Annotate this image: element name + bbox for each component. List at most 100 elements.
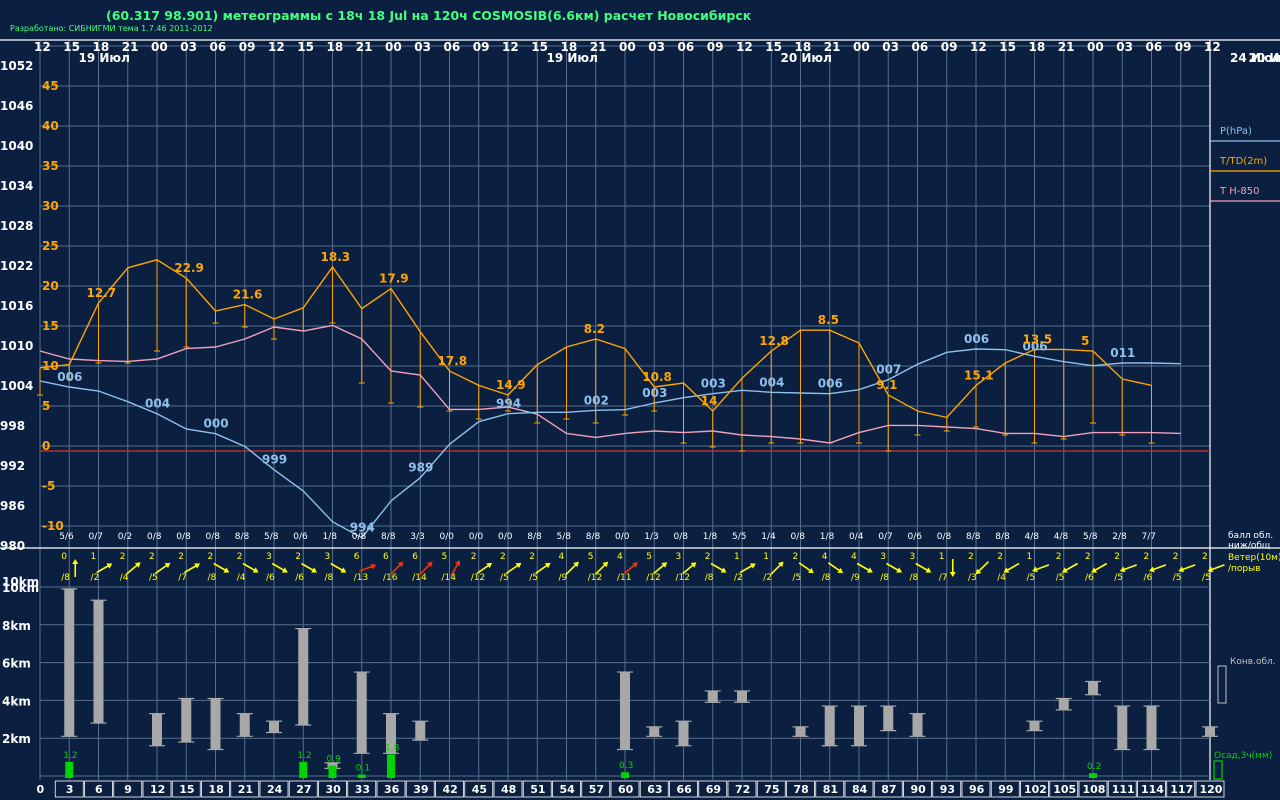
credit-text: Разработано: СИБНИГМИ тема 1.7.46 2011-2… [10,24,213,33]
cloud-bar [854,706,864,746]
cloud-cover-label: 5/8 [1083,532,1098,542]
wind-speed-label: 2 [705,552,711,562]
wind-speed-label: 2 [1085,552,1091,562]
bottom-hour-label: 114 [1141,783,1164,796]
cloud-cover-label: 0/7 [878,532,892,542]
temp-value-label: 10.8 [642,370,672,384]
top-hour-label: 03 [648,40,665,54]
wind-speed-label: 1 [939,552,945,562]
wind-speed-label: 6 [383,552,389,562]
pressure-tick: 1016 [0,299,33,313]
cloud-cover-label: 8/8 [995,532,1010,542]
top-hour-label: 21 [356,40,373,54]
wind-gust-label: /7 [939,573,948,583]
wind-gust-label: /9 [559,573,568,583]
bottom-hour-label: 18 [209,783,224,796]
pressure-value-label: 013 [1198,0,1223,3]
wind-speed-label: 2 [1202,552,1208,562]
pressure-tick: 992 [0,459,25,473]
pressure-value-label: 006 [818,377,843,391]
wind-gust-label: /5 [1114,573,1123,583]
temp-tick: 25 [42,239,59,253]
wind-gust-label: /8 [61,573,70,583]
bottom-hour-label: 87 [881,783,896,796]
cloud-cover-label: 3/3 [410,532,424,542]
bottom-hour-label: 102 [1024,783,1047,796]
cloud-cover-label: 0/8 [791,532,806,542]
cloud-bar [795,726,806,737]
temp-value-label: 12.7 [87,286,117,300]
precip-bar [65,761,74,778]
pressure-value-label: 011 [1110,346,1135,360]
cloud-bar [678,721,689,746]
pressure-value-label: 004 [759,375,784,389]
pressure-value-label: 006 [57,370,82,384]
temp-value-label: 17.9 [379,272,409,286]
wind-gust-label: /5 [500,573,509,583]
bottom-hour-label: 69 [706,783,721,796]
top-hour-label: 06 [1146,40,1163,54]
cloud-cover-label: 1/8 [703,532,718,542]
top-hour-label: 06 [210,40,227,54]
wind-speed-label: 1 [763,552,769,562]
wind-speed-label: 2 [295,552,301,562]
temp-value-label: 8.2 [584,322,605,336]
precip-value-label: 1.2 [297,751,311,761]
date-label: 20 Июл [781,51,832,65]
temp-value-label: 8.5 [818,313,839,327]
cloud-cover-label: 0/6 [293,532,308,542]
precip-value-label: 0.1 [356,763,370,773]
top-hour-label: 21 [1058,40,1075,54]
wind-gust-label: /8 [325,573,334,583]
top-hour-label: 03 [414,40,431,54]
wind-speed-label: 2 [1056,552,1062,562]
cloud-bar [912,713,923,737]
wind-speed-label: 2 [208,552,214,562]
wind-speed-label: 2 [149,552,155,562]
pressure-tick: 998 [0,419,25,433]
legend-precip: Осад,3ч(мм) [1214,751,1272,761]
wind-gust-label: /6 [1144,573,1153,583]
chart-title: (60.317 98.901) метеограммы с 18ч 18 Jul… [106,8,752,23]
wind-gust-label: /5 [1173,573,1182,583]
cloud-bar [737,690,747,703]
cloud-bar [1058,698,1069,710]
wind-speed-label: 4 [851,552,857,562]
cloud-cover-label: 0/8 [674,532,689,542]
top-hour-label: 09 [239,40,256,54]
cloud-cover-label: 0/6 [908,532,923,542]
top-hour-label: 09 [473,40,490,54]
pressure-value-label: 012 [1257,0,1280,3]
bottom-hour-label: 78 [794,783,809,796]
wind-speed-label: 4 [559,552,565,562]
bottom-hour-label: 6 [95,783,103,796]
top-hour-label: 12 [502,40,519,54]
temp-value-label: 9.1 [876,378,897,392]
wind-speed-label: 2 [1114,552,1120,562]
pressure-tick: 1004 [0,379,33,393]
precip-value-label: 1.8 [385,743,400,753]
bottom-hour-label: 90 [911,783,927,796]
pressure-value-label: 006 [964,332,989,346]
cloud-cover-label: 4/8 [1025,532,1040,542]
bottom-hour-label: 72 [735,783,750,796]
wind-speed-label: 5 [442,552,448,562]
bottom-hour-label: 75 [764,783,779,796]
km-tick: 10km [2,575,39,589]
top-hour-label: 03 [882,40,899,54]
top-hour-label: 00 [151,40,168,54]
cloud-bar [824,706,835,746]
wind-gust-label: /5 [1056,573,1065,583]
temp-tick: 30 [42,199,59,213]
wind-gust-label: /7 [178,573,187,583]
precip-bar [1089,773,1097,778]
wind-speed-label: 5 [588,552,594,562]
legend-t850: T H-850 [1219,186,1260,197]
cloud-bar [883,706,894,731]
pressure-tick: 1040 [0,139,33,153]
legend-conv: Конв.обл. [1230,657,1276,667]
precip-bar [328,765,337,778]
top-hour-label: 12 [1204,40,1221,54]
top-hour-label: 00 [853,40,870,54]
bottom-hour-label: 117 [1170,783,1193,796]
